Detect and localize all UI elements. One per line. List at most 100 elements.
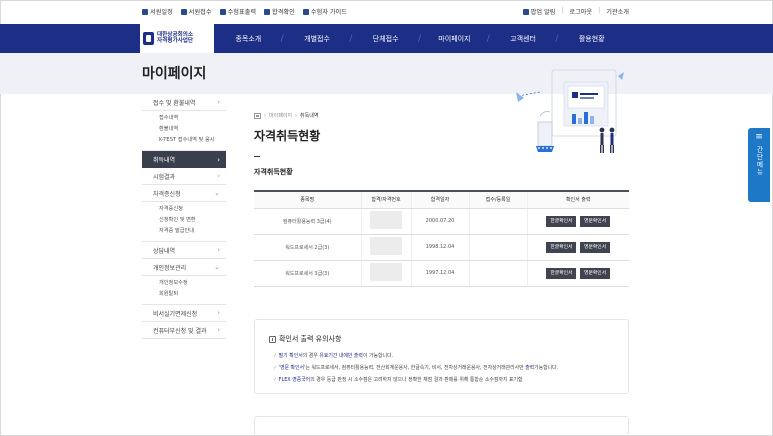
gnb-item-usage[interactable]: 활용현황 <box>555 24 626 53</box>
breadcrumb-separator: › <box>264 112 266 119</box>
breadcrumb-separator: › <box>295 112 298 119</box>
quick-menu-label: 간단메뉴 <box>755 146 763 176</box>
cell-pass-date: 1998.12.04 <box>410 234 469 261</box>
chevron-right-icon: › <box>217 246 220 254</box>
sidebar-item-cert-apply[interactable]: 자격증신청 ⌄ <box>142 185 226 202</box>
breadcrumb: › 마이페이지 › 취득내역 <box>254 112 318 119</box>
gnb-item-group[interactable]: 단체접수 <box>349 24 420 53</box>
sidebar-sub-profile-edit[interactable]: 개인정보수정 <box>159 278 226 289</box>
sidebar-sub-refund-history[interactable]: 환불내역 <box>159 124 226 135</box>
print-korean-button[interactable]: 한글확인서 <box>546 241 577 253</box>
util-link-guide[interactable]: 수험자 가이드 <box>302 7 347 16</box>
chevron-right-icon: › <box>217 326 220 334</box>
col-header-name: 종목명 <box>254 191 361 209</box>
util-link-schedule[interactable]: 서원일정 <box>142 7 173 16</box>
main-navigation: 대한상공회의소 자격평가사업단 종목소개 개별접수 단체접수 마이페이지 고객센… <box>0 24 773 53</box>
cell-register-date <box>468 260 527 287</box>
sidebar-submenu-cert: 자격증신청 신청확인 및 변환 자격증 발급안내 <box>142 202 226 242</box>
table-header-row: 종목명 합격/자격번호 합격일자 접수/등록일 확인서 출력 <box>254 191 629 209</box>
sidebar-item-acquired[interactable]: 취득내역 › <box>142 151 226 168</box>
cell-print-buttons: 한글확인서 영문확인서 <box>526 260 629 287</box>
print-korean-button[interactable]: 한글확인서 <box>546 267 577 279</box>
mypage-illustration <box>516 69 624 153</box>
chevron-right-icon: › <box>217 98 220 106</box>
breadcrumb-mypage[interactable]: 마이페이지 <box>269 112 292 119</box>
col-header-pass-date: 합격일자 <box>410 191 469 209</box>
sidebar-item-profile[interactable]: 개인정보관리 ⌄ <box>142 259 226 276</box>
gnb-item-individual[interactable]: 개별접수 <box>281 24 352 53</box>
sidebar-sub-cert-apply[interactable]: 자격증신청 <box>159 204 226 215</box>
cell-cert-number <box>360 208 411 235</box>
util-link-popup[interactable]: 팝업 알림 <box>522 7 555 16</box>
col-header-register-date: 접수/등록일 <box>468 191 527 209</box>
cell-cert-name: 워드프로세서 2급(3) <box>254 234 361 261</box>
notice-heading: 확인서 출력 유의사항 <box>269 334 341 344</box>
heading-divider <box>254 156 260 157</box>
sidebar-item-exam-result[interactable]: 시험결과 › <box>142 168 226 185</box>
notice-item: '영문 확인서'는 워드프로세서, 컴퓨터활용능력, 전산회계운용사, 한글속기… <box>273 362 559 374</box>
page-title: 마이페이지 <box>142 66 207 82</box>
page-title-band: 마이페이지 <box>0 53 773 94</box>
notice-item: 필기 확인서의 경우 유효기간 내에만 출력이 가능합니다. <box>273 350 558 362</box>
print-english-button[interactable]: 영문확인서 <box>580 241 611 253</box>
cell-register-date <box>468 234 527 261</box>
table-row: 컴퓨터활용능력 3급(4) 2000.07.20 한글확인서 영문확인서 <box>254 208 629 235</box>
sidebar-sub-ktest[interactable]: K-TEST 접수내역 및 응시 <box>159 135 226 146</box>
ticket-icon <box>219 8 226 15</box>
col-header-print: 확인서 출력 <box>526 191 629 209</box>
sidebar-sub-cert-confirm[interactable]: 신청확인 및 변환 <box>159 215 226 226</box>
sidebar-item-computer-result[interactable]: 컨퓨터부신청 및 결과 › <box>142 322 226 339</box>
cell-cert-number <box>360 234 411 261</box>
col-header-number: 합격/자격번호 <box>360 191 411 209</box>
notice-list: 필기 확인서의 경우 유효기간 내에만 출력이 가능합니다. '영문 확인서'는… <box>273 350 559 386</box>
util-link-pass-check[interactable]: 합격확인 <box>264 7 295 16</box>
cell-print-buttons: 한글확인서 영문확인서 <box>526 234 629 261</box>
gnb-item-intro[interactable]: 종목소개 <box>214 24 283 53</box>
gnb-menu: 종목소개 개별접수 단체접수 마이페이지 고객센터 활용현황 <box>214 24 626 53</box>
sidebar-submenu-profile: 개인정보수정 회원탈퇴 <box>142 276 226 305</box>
gnb-item-mypage[interactable]: 마이페이지 <box>418 24 489 53</box>
cell-pass-date: 1997.12.04 <box>410 260 469 287</box>
page-heading: 자격취득현황 <box>254 129 321 143</box>
chevron-right-icon: › <box>217 172 220 180</box>
utility-links-left: 서원일정 서원접수 수험표출력 합격확인 수험자 가이드 <box>142 7 347 16</box>
quick-menu-button[interactable]: ≡ 간단메뉴 <box>748 128 770 202</box>
util-link-logout[interactable]: 로그아웃 <box>569 7 592 16</box>
logo-text: 대한상공회의소 자격평가사업단 <box>157 31 194 44</box>
redacted-number <box>370 237 402 255</box>
util-link-ticket[interactable]: 수험표출력 <box>219 7 256 16</box>
chevron-right-icon: › <box>217 155 220 164</box>
cell-cert-number <box>360 260 411 287</box>
print-notice-box: 확인서 출력 유의사항 필기 확인서의 경우 유효기간 내에만 출력이 가능합니… <box>254 319 629 394</box>
cell-pass-date: 2000.07.20 <box>410 208 469 235</box>
info-icon <box>269 335 276 343</box>
sidebar-sub-apply-history[interactable]: 접수내역 <box>159 113 226 124</box>
chamber-logo-icon <box>143 32 154 45</box>
gnb-item-support[interactable]: 고객센터 <box>487 24 558 53</box>
notice-item: FLEX 영중국어의 경우 등급 판정 시 소수점은 고려하지 않으나 정확한 … <box>273 374 558 386</box>
cell-cert-name: 컴퓨터활용능력 3급(4) <box>254 208 361 235</box>
util-separator: | <box>561 7 564 14</box>
table-row: 워드프로세서 3급(3) 1997.12.04 한글확인서 영문확인서 <box>254 260 629 287</box>
table-row: 워드프로세서 2급(3) 1998.12.04 한글확인서 영문확인서 <box>254 234 629 261</box>
sidebar-item-secretary-exempt[interactable]: 비서실기면제신청 › <box>142 305 226 322</box>
sidebar-item-counsel[interactable]: 상담내역 › <box>142 242 226 259</box>
sidebar-sub-cert-guide[interactable]: 자격증 발급안내 <box>159 226 226 237</box>
home-icon[interactable] <box>254 112 261 119</box>
print-english-button[interactable]: 영문확인서 <box>580 215 611 227</box>
redacted-number <box>370 263 402 281</box>
check-icon <box>264 8 271 15</box>
print-korean-button[interactable]: 한글확인서 <box>546 215 577 227</box>
site-logo[interactable]: 대한상공회의소 자격평가사업단 <box>140 24 214 53</box>
util-link-about[interactable]: 기관소개 <box>606 7 629 16</box>
sidebar-sub-withdraw[interactable]: 회원탈퇴 <box>159 289 226 300</box>
chevron-right-icon: › <box>217 309 220 317</box>
sidebar-item-apply-refund[interactable]: 접수 및 환불내역 › <box>142 94 226 111</box>
cell-cert-name: 워드프로세서 3급(3) <box>254 260 361 287</box>
utility-links-right: 팝업 알림 | 로그아웃 | 기관소개 <box>522 7 629 16</box>
util-link-register[interactable]: 서원접수 <box>180 7 212 16</box>
breadcrumb-current: 취득내역 <box>300 113 319 119</box>
util-separator: | <box>598 7 601 14</box>
print-english-button[interactable]: 영문확인서 <box>580 267 611 279</box>
section-title: 자격취득현황 <box>254 168 293 176</box>
